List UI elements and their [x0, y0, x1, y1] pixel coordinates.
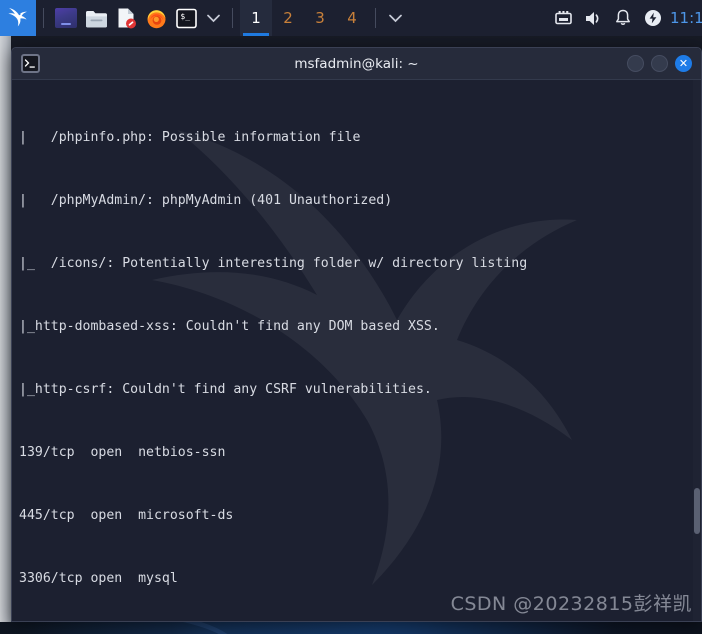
window-controls: ✕ [627, 55, 701, 72]
desktop-left-strip [0, 36, 11, 622]
folder-icon [85, 10, 107, 27]
sidebar-item-terminal[interactable]: $_ [171, 0, 201, 36]
scrollbar-thumb[interactable] [694, 488, 700, 534]
workspace-2[interactable]: 2 [272, 0, 304, 36]
terminal-line: 445/tcp open microsoft-ds [19, 508, 234, 523]
terminal-titlebar[interactable]: msfadmin@kali: ~ ✕ [12, 48, 701, 80]
document-icon [118, 8, 136, 29]
terminal-line: | /phpinfo.php: Possible information fil… [19, 130, 361, 145]
panel-left-section: $_ 1 2 3 4 [0, 0, 407, 36]
sidebar-item-document[interactable] [111, 0, 141, 36]
terminal-window: msfadmin@kali: ~ ✕ | /phpinfo.php: Possi… [11, 47, 702, 622]
minimize-button[interactable] [627, 55, 644, 72]
terminal-line: 139/tcp open netbios-ssn [19, 445, 226, 460]
workspace-switcher: 1 2 3 4 [240, 0, 368, 36]
clock[interactable]: 11:1 [668, 9, 702, 27]
volume-icon[interactable] [578, 0, 608, 36]
panel-separator [375, 8, 376, 28]
notification-bell-icon[interactable] [608, 0, 638, 36]
panel-separator [43, 8, 44, 28]
launcher-chevron-down-icon[interactable] [201, 0, 225, 36]
workspace-1[interactable]: 1 [240, 0, 272, 36]
sidebar-item-file-manager[interactable] [81, 0, 111, 36]
maximize-button[interactable] [651, 55, 668, 72]
sidebar-item-files-manager[interactable] [51, 0, 81, 36]
kali-dragon-logo-icon[interactable] [0, 0, 36, 36]
workspace-chevron-down-icon[interactable] [383, 0, 407, 36]
files-manager-icon [55, 8, 77, 28]
terminal-scrollbar[interactable] [693, 80, 701, 621]
panel-separator [232, 8, 233, 28]
svg-text:$_: $_ [180, 11, 190, 20]
terminal-line: |_ /icons/: Potentially interesting fold… [19, 256, 528, 271]
system-tray: 11:1 [548, 0, 702, 36]
sidebar-item-firefox[interactable] [141, 0, 171, 36]
screen: $_ 1 2 3 4 11:1 msfadmin@kali: ~ ✕ | /ph… [0, 0, 702, 634]
terminal-line: |_http-csrf: Couldn't find any CSRF vuln… [19, 382, 432, 397]
terminal-body[interactable]: | /phpinfo.php: Possible information fil… [12, 80, 701, 621]
top-panel: $_ 1 2 3 4 11:1 [0, 0, 702, 36]
terminal-output: | /phpinfo.php: Possible information fil… [12, 80, 701, 621]
firefox-icon [147, 9, 165, 28]
terminal-line: |_http-dombased-xss: Couldn't find any D… [19, 319, 440, 334]
close-button[interactable]: ✕ [675, 55, 692, 72]
terminal-icon: $_ [175, 8, 197, 28]
terminal-icon [21, 54, 40, 73]
power-icon[interactable] [638, 0, 668, 36]
terminal-line: 3306/tcp open mysql [19, 571, 178, 586]
terminal-line: | /phpMyAdmin/: phpMyAdmin (401 Unauthor… [19, 193, 393, 208]
window-title: msfadmin@kali: ~ [294, 55, 419, 72]
workspace-3[interactable]: 3 [304, 0, 336, 36]
network-icon[interactable] [548, 0, 578, 36]
workspace-4[interactable]: 4 [336, 0, 368, 36]
